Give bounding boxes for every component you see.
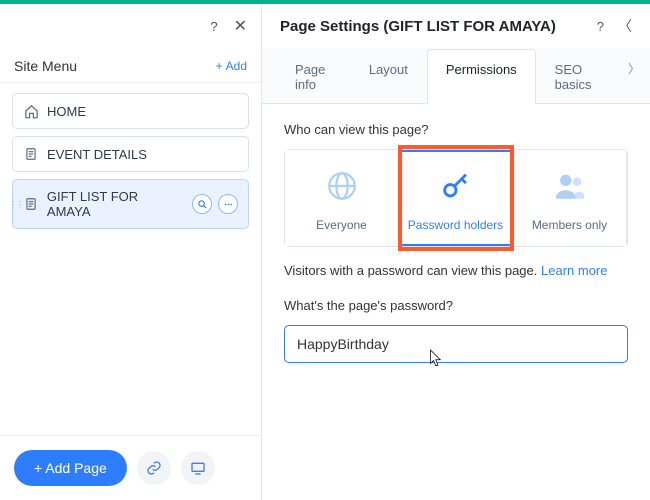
option-label: Members only: [532, 218, 607, 232]
page-more-icon[interactable]: [218, 194, 238, 214]
page-search-icon[interactable]: [192, 194, 212, 214]
helper-text: Visitors with a password can view this p…: [284, 263, 628, 278]
right-header: Page Settings (GIFT LIST FOR AMAYA) ? 〈: [262, 4, 650, 48]
visibility-options: Everyone Password holders Members only: [284, 149, 628, 247]
settings-tabs: Page info Layout Permissions SEO basics …: [262, 48, 650, 104]
permissions-panel: Who can view this page? Everyone Passwor…: [262, 104, 650, 500]
tab-permissions[interactable]: Permissions: [427, 49, 536, 104]
page-settings-panel: Page Settings (GIFT LIST FOR AMAYA) ? 〈 …: [262, 4, 650, 500]
left-header: ? ✕: [0, 4, 261, 48]
page-item-label: HOME: [47, 104, 86, 119]
option-everyone[interactable]: Everyone: [285, 150, 399, 246]
page-item-label: EVENT DETAILS: [47, 147, 147, 162]
page-list: HOME EVENT DETAILS ⋮⋮ GIFT LIST FOR AMAY…: [0, 83, 261, 435]
left-footer: + Add Page: [0, 435, 261, 500]
page-item-home[interactable]: HOME: [12, 93, 249, 129]
globe-icon: [325, 168, 359, 204]
option-label: Everyone: [316, 218, 367, 232]
link-icon[interactable]: [137, 451, 171, 485]
add-page-button[interactable]: + Add Page: [14, 450, 127, 486]
site-menu-title: Site Menu: [14, 58, 77, 74]
desktop-icon[interactable]: [181, 451, 215, 485]
members-icon: [553, 168, 587, 204]
tab-page-info[interactable]: Page info: [276, 49, 350, 104]
tab-layout[interactable]: Layout: [350, 49, 427, 104]
close-icon[interactable]: ✕: [234, 16, 247, 36]
key-icon: [439, 168, 473, 204]
help-icon[interactable]: ?: [597, 19, 604, 34]
page-icon: [23, 196, 39, 212]
page-icon: [23, 146, 39, 162]
site-menu-panel: ? ✕ Site Menu + Add HOME EVENT DETAILS: [0, 4, 262, 500]
page-settings-title: Page Settings (GIFT LIST FOR AMAYA): [280, 18, 583, 35]
option-label: Password holders: [408, 218, 503, 232]
help-icon[interactable]: ?: [210, 19, 217, 34]
plus-icon: +: [216, 59, 223, 73]
drag-handle-icon[interactable]: ⋮⋮: [11, 180, 21, 228]
option-members-only[interactable]: Members only: [513, 150, 627, 246]
page-item-label: GIFT LIST FOR AMAYA: [47, 189, 184, 219]
chevron-left-icon[interactable]: 〈: [618, 16, 632, 36]
tabs-scroll-right[interactable]: 〉: [618, 48, 650, 103]
add-menu-item-link[interactable]: + Add: [216, 59, 247, 73]
page-item-event-details[interactable]: EVENT DETAILS: [12, 136, 249, 172]
home-icon: [23, 103, 39, 119]
password-label: What's the page's password?: [284, 298, 628, 313]
password-input[interactable]: [284, 325, 628, 363]
option-password-holders[interactable]: Password holders: [399, 150, 513, 246]
page-item-gift-list[interactable]: ⋮⋮ GIFT LIST FOR AMAYA: [12, 179, 249, 229]
site-menu-header: Site Menu + Add: [0, 48, 261, 83]
who-can-view-label: Who can view this page?: [284, 122, 628, 137]
tab-seo-basics[interactable]: SEO basics: [536, 49, 618, 104]
learn-more-link[interactable]: Learn more: [541, 263, 607, 278]
